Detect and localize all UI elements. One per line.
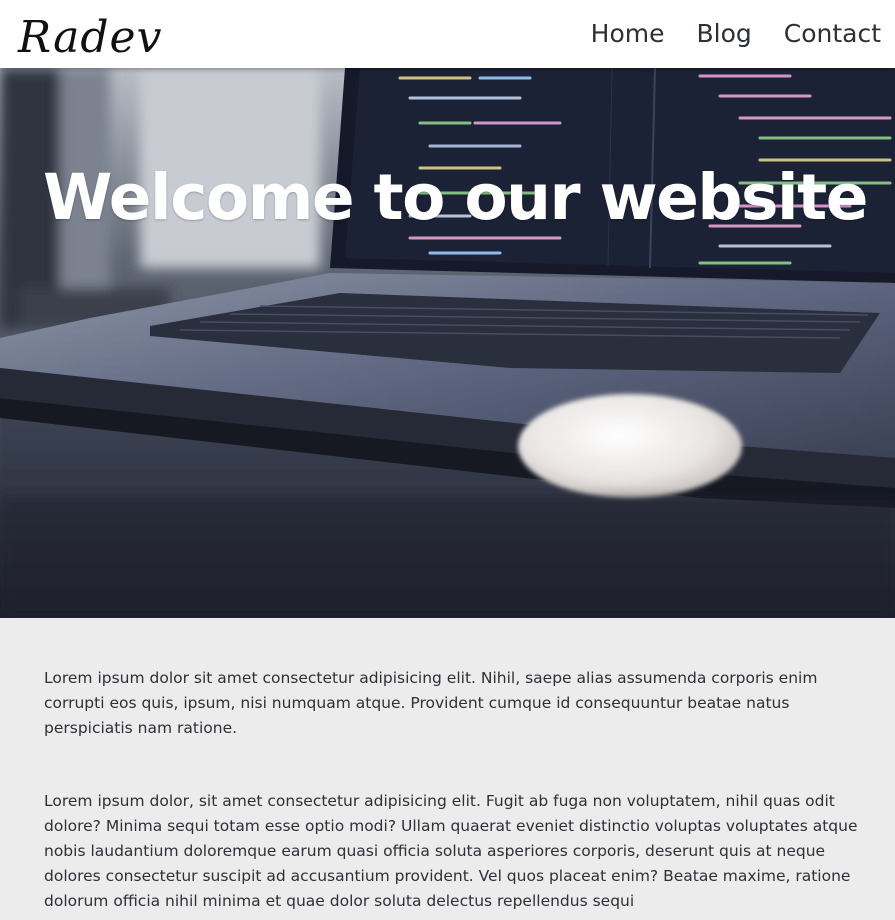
nav-links: Home Blog Contact [591, 16, 881, 52]
nav-link-home[interactable]: Home [591, 16, 665, 52]
hero-title: Welcome to our website [43, 161, 868, 235]
hero-laptop-image [0, 68, 895, 618]
hero-banner: Welcome to our website [0, 68, 895, 618]
main-content: Lorem ipsum dolor sit amet consectetur a… [44, 666, 859, 914]
intro-paragraph: Lorem ipsum dolor sit amet consectetur a… [44, 669, 818, 737]
body-paragraph: Lorem ipsum dolor, sit amet consectetur … [44, 792, 858, 910]
nav-link-contact[interactable]: Contact [784, 16, 881, 52]
site-logo[interactable]: Radev [18, 10, 162, 66]
nav-link-blog[interactable]: Blog [696, 16, 751, 52]
navbar: Radev Home Blog Contact [0, 0, 895, 68]
